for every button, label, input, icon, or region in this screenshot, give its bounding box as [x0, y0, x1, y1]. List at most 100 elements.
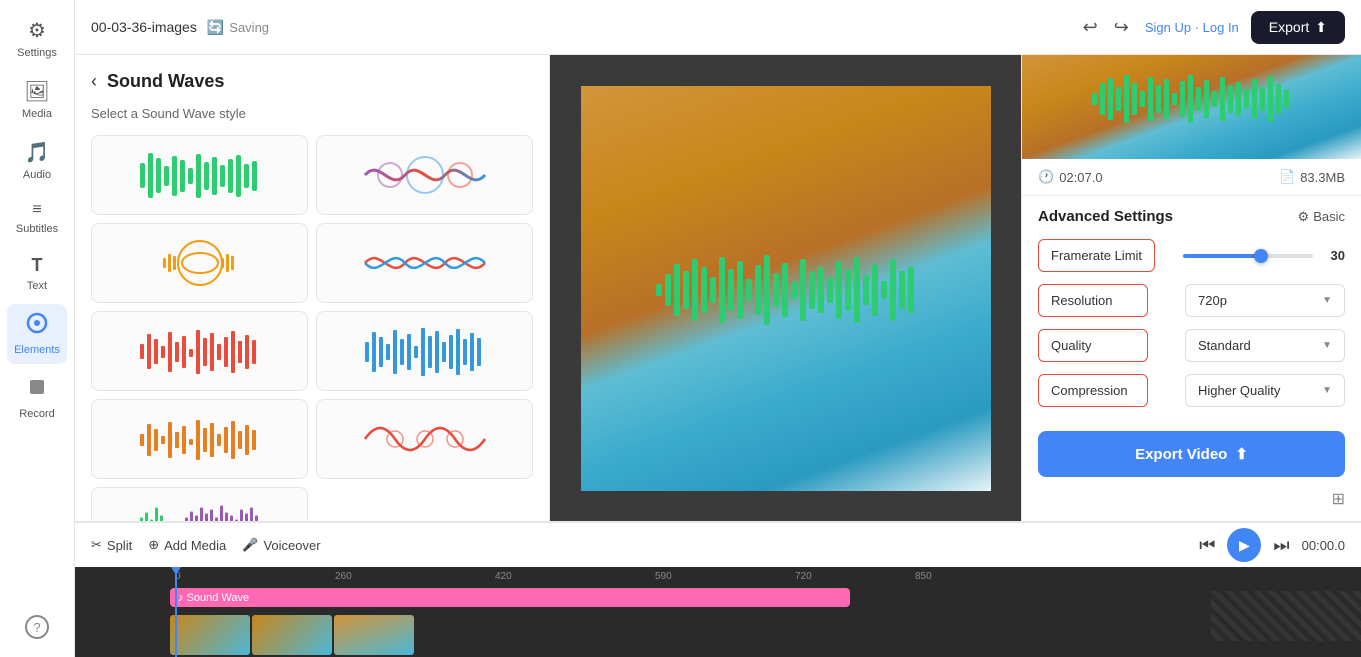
text-icon: T — [32, 255, 43, 276]
sidebar-item-audio[interactable]: 🎵 Audio — [7, 132, 67, 189]
rewind-button[interactable]: ⏮ — [1199, 535, 1215, 556]
wave-style-6[interactable] — [316, 311, 533, 391]
sound-wave-track[interactable]: ♪ Sound Wave — [170, 588, 850, 607]
quality-dropdown[interactable]: Standard ▼ — [1185, 329, 1345, 362]
upload-icon: ⬆ — [1235, 445, 1248, 463]
video-area — [550, 55, 1021, 521]
ruler-mark-5: 850 — [915, 571, 932, 582]
panel-header: ‹ Sound Waves — [91, 71, 533, 92]
framerate-control: 30 — [1163, 248, 1345, 263]
compression-dropdown[interactable]: Higher Quality ▼ — [1185, 374, 1345, 407]
resolution-label: Resolution — [1038, 284, 1148, 317]
filesize-value: 83.3MB — [1300, 170, 1345, 185]
image-thumb-3[interactable] — [334, 615, 414, 655]
topbar: 00-03-36-images 🔄 Saving ↩ ↪ Sign Up · L… — [75, 0, 1361, 55]
wave-style-1[interactable] — [91, 135, 308, 215]
chevron-down-icon: ▼ — [1322, 385, 1332, 396]
quality-label: Quality — [1038, 329, 1148, 362]
auth-links: Sign Up · Log In — [1145, 20, 1239, 35]
split-button[interactable]: ✂ Split — [91, 537, 132, 553]
plus-circle-icon: ⊕ — [148, 537, 159, 553]
compression-label: Compression — [1038, 374, 1148, 407]
sound-waves-panel: ‹ Sound Waves Select a Sound Wave style — [75, 55, 550, 521]
login-link[interactable]: Log In — [1203, 20, 1239, 35]
sidebar-item-settings[interactable]: ⚙ Settings — [7, 10, 67, 67]
ruler-mark-4: 720 — [795, 571, 812, 582]
help-icon: ? — [25, 615, 49, 639]
filesize-item: 📄 83.3MB — [1279, 169, 1345, 185]
sidebar-item-help[interactable]: ? — [7, 607, 67, 647]
play-button[interactable]: ▶ — [1227, 528, 1261, 562]
wave-style-9[interactable] — [91, 487, 308, 521]
wave-style-4[interactable] — [316, 223, 533, 303]
timeline-track-area: 0 260 420 590 720 850 ♪ Sound Wave — [75, 567, 1361, 657]
sidebar-item-elements[interactable]: Elements — [7, 304, 67, 364]
duration-value: 02:07.0 — [1059, 170, 1102, 185]
ruler-mark-3: 590 — [655, 571, 672, 582]
wave-style-3[interactable] — [91, 223, 308, 303]
project-name: 00-03-36-images — [91, 19, 197, 35]
wave-grid — [91, 135, 533, 521]
framerate-value: 30 — [1321, 248, 1345, 263]
panel-title: Sound Waves — [107, 71, 224, 92]
microphone-icon: 🎤 — [242, 537, 258, 553]
export-preview-wave — [1092, 73, 1292, 123]
video-canvas — [581, 86, 991, 491]
quality-row: Quality Standard ▼ — [1038, 329, 1345, 362]
undo-button[interactable]: ↩ — [1079, 13, 1102, 42]
timeline-playhead[interactable] — [175, 567, 177, 657]
sidebar-item-media[interactable]: 🖼 Media — [7, 71, 67, 128]
video-soundwave — [656, 249, 916, 329]
framerate-label: Framerate Limit — [1038, 239, 1155, 272]
elements-icon — [26, 312, 48, 340]
media-icon: 🖼 — [24, 79, 49, 104]
sidebar: ⚙ Settings 🖼 Media 🎵 Audio ≡ Subtitles T… — [0, 0, 75, 657]
chevron-down-icon: ▼ — [1322, 295, 1332, 306]
ruler-mark-2: 420 — [495, 571, 512, 582]
wave-style-7[interactable] — [91, 399, 308, 479]
resolution-dropdown[interactable]: 720p ▼ — [1185, 284, 1345, 317]
basic-button[interactable]: ⚙ Basic — [1298, 209, 1345, 225]
fast-forward-button[interactable]: ⏭ — [1273, 535, 1289, 556]
wave-style-5[interactable] — [91, 311, 308, 391]
export-button[interactable]: Export ⬆ — [1251, 11, 1345, 44]
settings-section: Advanced Settings ⚙ Basic Framerate Limi… — [1022, 196, 1361, 431]
export-icon: ⬆ — [1315, 19, 1327, 36]
sidebar-item-subtitles[interactable]: ≡ Subtitles — [7, 193, 67, 243]
timeline-section: ✂ Split ⊕ Add Media 🎤 Voiceover ⏮ ▶ ⏭ 00… — [75, 521, 1361, 657]
compression-row: Compression Higher Quality ▼ — [1038, 374, 1345, 407]
image-thumb-2[interactable] — [252, 615, 332, 655]
subtitles-icon: ≡ — [32, 201, 41, 219]
chevron-down-icon: ▼ — [1322, 340, 1332, 351]
hatched-end-area — [1211, 591, 1361, 641]
resolution-row: Resolution 720p ▼ — [1038, 284, 1345, 317]
voiceover-button[interactable]: 🎤 Voiceover — [242, 537, 320, 553]
signup-link[interactable]: Sign Up — [1145, 20, 1191, 35]
export-preview — [1022, 55, 1361, 159]
export-panel: 🕐 02:07.0 📄 83.3MB Advanced Settings ⚙ B… — [1021, 55, 1361, 521]
file-icon: 📄 — [1279, 169, 1295, 185]
sync-icon: 🔄 — [207, 19, 224, 36]
resolution-control: 720p ▼ — [1156, 284, 1345, 317]
undo-redo-group: ↩ ↪ — [1079, 13, 1133, 42]
sidebar-item-record[interactable]: Record — [7, 368, 67, 428]
redo-button[interactable]: ↪ — [1110, 13, 1133, 42]
export-video-button[interactable]: Export Video ⬆ — [1038, 431, 1345, 477]
back-button[interactable]: ‹ — [91, 71, 97, 92]
image-thumb-1[interactable] — [170, 615, 250, 655]
sidebar-item-text[interactable]: T Text — [7, 247, 67, 300]
timeline-controls: ⏮ ▶ ⏭ 00:00.0 — [1199, 528, 1345, 562]
settings-title: Advanced Settings — [1038, 208, 1173, 225]
clock-icon: 🕐 — [1038, 169, 1054, 185]
record-icon — [26, 376, 48, 404]
scissors-icon: ✂ — [91, 537, 102, 553]
quality-control: Standard ▼ — [1156, 329, 1345, 362]
export-meta: 🕐 02:07.0 📄 83.3MB — [1022, 159, 1361, 196]
add-media-button[interactable]: ⊕ Add Media — [148, 537, 226, 553]
panel-subtitle: Select a Sound Wave style — [91, 106, 533, 121]
wave-style-2[interactable] — [316, 135, 533, 215]
grid-icon: ⊞ — [1332, 489, 1345, 509]
wave-style-8[interactable] — [316, 399, 533, 479]
framerate-slider[interactable] — [1183, 254, 1313, 258]
ruler-mark-1: 260 — [335, 571, 352, 582]
